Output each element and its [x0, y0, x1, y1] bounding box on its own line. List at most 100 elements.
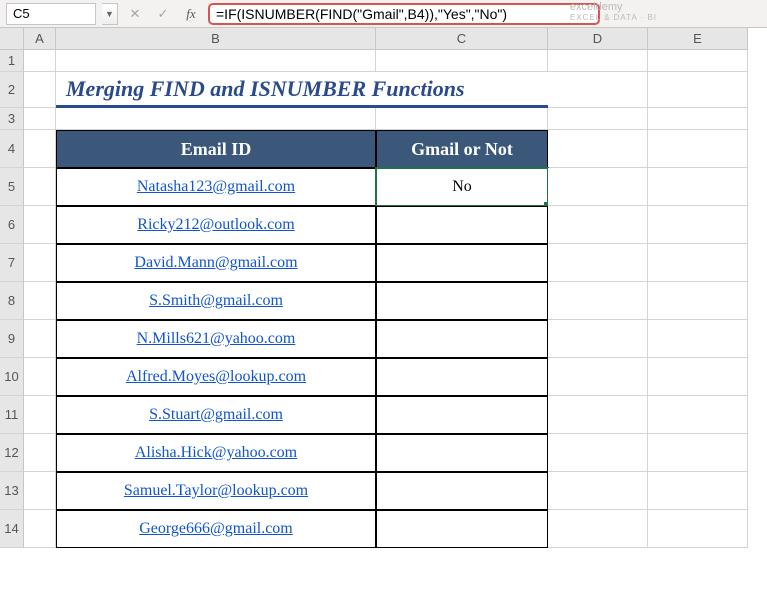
row-header[interactable]: 7 — [0, 244, 24, 282]
email-link[interactable]: S.Stuart@gmail.com — [149, 406, 283, 424]
row-header[interactable]: 1 — [0, 50, 24, 72]
email-link[interactable]: Alfred.Moyes@lookup.com — [126, 368, 306, 386]
cell[interactable] — [24, 282, 56, 320]
email-link[interactable]: Ricky212@outlook.com — [137, 216, 294, 234]
cell[interactable] — [24, 510, 56, 548]
email-cell[interactable]: S.Stuart@gmail.com — [56, 396, 376, 434]
cell[interactable] — [376, 108, 548, 130]
col-header-c[interactable]: C — [376, 28, 548, 50]
selected-cell[interactable]: No — [376, 168, 548, 206]
cell[interactable] — [648, 282, 748, 320]
cell[interactable] — [648, 130, 748, 168]
cell[interactable] — [24, 434, 56, 472]
cell[interactable] — [648, 434, 748, 472]
result-cell[interactable] — [376, 358, 548, 396]
page-title[interactable]: Merging FIND and ISNUMBER Functions — [56, 72, 548, 108]
cell[interactable] — [548, 510, 648, 548]
cell[interactable] — [24, 108, 56, 130]
result-cell[interactable] — [376, 510, 548, 548]
cell[interactable] — [548, 358, 648, 396]
row-header[interactable]: 11 — [0, 396, 24, 434]
result-cell[interactable] — [376, 244, 548, 282]
email-link[interactable]: George666@gmail.com — [139, 520, 293, 538]
cell[interactable] — [648, 206, 748, 244]
result-cell[interactable] — [376, 434, 548, 472]
cell[interactable] — [24, 168, 56, 206]
header-gmail-or-not[interactable]: Gmail or Not — [376, 130, 548, 168]
result-cell[interactable] — [376, 320, 548, 358]
row-header[interactable]: 8 — [0, 282, 24, 320]
email-link[interactable]: Alisha.Hick@yahoo.com — [135, 444, 297, 462]
email-link[interactable]: N.Mills621@yahoo.com — [137, 330, 296, 348]
header-email-id[interactable]: Email ID — [56, 130, 376, 168]
email-cell[interactable]: David.Mann@gmail.com — [56, 244, 376, 282]
cell[interactable] — [24, 472, 56, 510]
name-box-dropdown[interactable]: ▼ — [102, 3, 118, 25]
cell[interactable] — [56, 108, 376, 130]
cell[interactable] — [648, 168, 748, 206]
cell[interactable] — [548, 396, 648, 434]
cell[interactable] — [548, 244, 648, 282]
row-header[interactable]: 5 — [0, 168, 24, 206]
cell[interactable] — [648, 244, 748, 282]
row-header[interactable]: 10 — [0, 358, 24, 396]
col-header-d[interactable]: D — [548, 28, 648, 50]
email-link[interactable]: David.Mann@gmail.com — [134, 254, 297, 272]
cell[interactable] — [648, 396, 748, 434]
email-link[interactable]: Samuel.Taylor@lookup.com — [124, 482, 308, 500]
cell[interactable] — [548, 50, 648, 72]
cancel-button[interactable]: ✕ — [124, 3, 146, 25]
row-header[interactable]: 3 — [0, 108, 24, 130]
email-cell[interactable]: Ricky212@outlook.com — [56, 206, 376, 244]
cell[interactable] — [648, 108, 748, 130]
col-header-a[interactable]: A — [24, 28, 56, 50]
cell[interactable] — [24, 72, 56, 108]
email-link[interactable]: Natasha123@gmail.com — [137, 178, 295, 196]
email-link[interactable]: S.Smith@gmail.com — [149, 292, 283, 310]
result-cell[interactable] — [376, 472, 548, 510]
cell[interactable] — [548, 320, 648, 358]
row-header[interactable]: 2 — [0, 72, 24, 108]
cell[interactable] — [548, 130, 648, 168]
cell[interactable] — [376, 50, 548, 72]
email-cell[interactable]: Natasha123@gmail.com — [56, 168, 376, 206]
cell[interactable] — [24, 244, 56, 282]
email-cell[interactable]: George666@gmail.com — [56, 510, 376, 548]
name-box[interactable]: C5 — [6, 3, 96, 25]
result-cell[interactable] — [376, 282, 548, 320]
cell[interactable] — [24, 130, 56, 168]
row-header[interactable]: 14 — [0, 510, 24, 548]
email-cell[interactable]: Alisha.Hick@yahoo.com — [56, 434, 376, 472]
cell[interactable] — [548, 282, 648, 320]
cell[interactable] — [548, 168, 648, 206]
select-all-corner[interactable] — [0, 28, 24, 50]
row-header[interactable]: 9 — [0, 320, 24, 358]
fx-button[interactable]: fx — [180, 3, 202, 25]
cell[interactable] — [548, 206, 648, 244]
cell[interactable] — [648, 510, 748, 548]
email-cell[interactable]: N.Mills621@yahoo.com — [56, 320, 376, 358]
result-cell[interactable] — [376, 396, 548, 434]
cell[interactable] — [24, 206, 56, 244]
email-cell[interactable]: S.Smith@gmail.com — [56, 282, 376, 320]
cell[interactable] — [548, 108, 648, 130]
formula-input[interactable]: =IF(ISNUMBER(FIND("Gmail",B4)),"Yes","No… — [208, 3, 600, 25]
cell[interactable] — [648, 320, 748, 358]
row-header[interactable]: 4 — [0, 130, 24, 168]
cell[interactable] — [24, 358, 56, 396]
cell[interactable] — [548, 472, 648, 510]
email-cell[interactable]: Samuel.Taylor@lookup.com — [56, 472, 376, 510]
cell[interactable] — [648, 358, 748, 396]
cell[interactable] — [24, 396, 56, 434]
cell[interactable] — [24, 320, 56, 358]
cell[interactable] — [56, 50, 376, 72]
col-header-e[interactable]: E — [648, 28, 748, 50]
col-header-b[interactable]: B — [56, 28, 376, 50]
cell[interactable] — [548, 434, 648, 472]
confirm-button[interactable]: ✓ — [152, 3, 174, 25]
cell[interactable] — [648, 50, 748, 72]
cell[interactable] — [24, 50, 56, 72]
email-cell[interactable]: Alfred.Moyes@lookup.com — [56, 358, 376, 396]
cell[interactable] — [548, 72, 648, 108]
cell[interactable] — [648, 472, 748, 510]
